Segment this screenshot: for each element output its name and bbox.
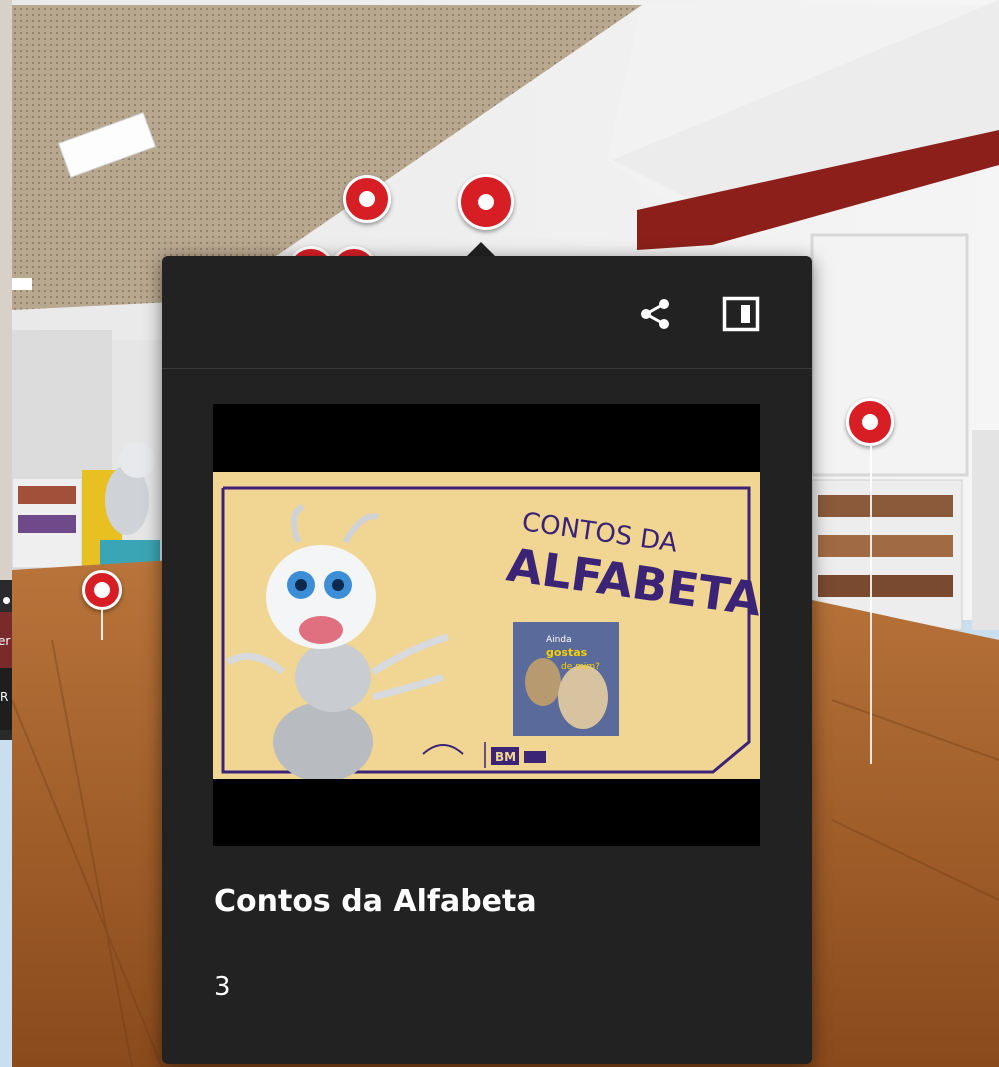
video-thumbnail: CONTOS DA ALFABETA Ainda gostas de mim? … bbox=[213, 472, 760, 779]
left-panel-dark: R bbox=[0, 668, 12, 730]
left-panel-band: er bbox=[0, 612, 12, 668]
left-side-panel: er R bbox=[0, 0, 12, 740]
hotspot-stem bbox=[870, 446, 872, 764]
svg-text:gostas: gostas bbox=[546, 646, 588, 659]
sidebar-panel-button[interactable] bbox=[719, 292, 763, 336]
book-cover: Ainda gostas de mim? bbox=[513, 622, 619, 736]
hotspot-stem bbox=[101, 610, 103, 640]
hotspot-pin[interactable] bbox=[82, 570, 122, 610]
hotspot-pin[interactable] bbox=[846, 398, 894, 446]
hotspot-pin[interactable] bbox=[343, 175, 391, 223]
hotspot-info-card: CONTOS DA ALFABETA Ainda gostas de mim? … bbox=[162, 256, 812, 1064]
sidebar-panel-icon bbox=[722, 296, 760, 332]
card-count: 3 bbox=[214, 972, 231, 1002]
hotspot-pin-active[interactable] bbox=[458, 174, 514, 230]
svg-text:BM: BM bbox=[495, 750, 516, 764]
share-icon bbox=[641, 299, 669, 329]
carousel-dot[interactable] bbox=[3, 597, 10, 604]
svg-text:de mim?: de mim? bbox=[561, 662, 600, 672]
card-header bbox=[162, 256, 812, 369]
share-button[interactable] bbox=[633, 292, 677, 336]
svg-text:Ainda: Ainda bbox=[546, 635, 572, 645]
card-title: Contos da Alfabeta bbox=[214, 884, 537, 919]
media-player[interactable]: CONTOS DA ALFABETA Ainda gostas de mim? … bbox=[213, 404, 760, 846]
